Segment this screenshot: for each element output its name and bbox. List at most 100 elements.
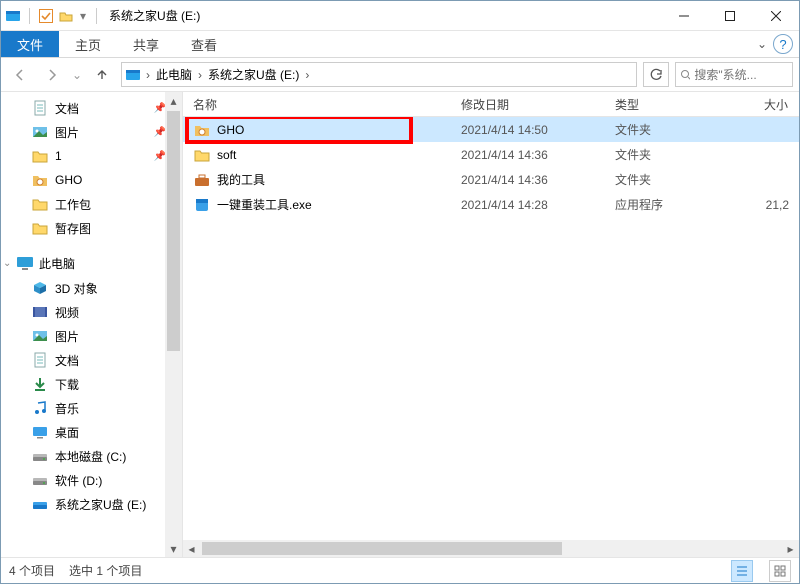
breadcrumb[interactable]: › 此电脑 › 系统之家U盘 (E:) › [121,62,637,87]
ribbon-tab-home[interactable]: 主页 [59,31,117,57]
sidebar-item[interactable]: 视频 [1,300,182,324]
sidebar-thispc[interactable]: ⌄ 此电脑 [1,250,182,276]
back-button[interactable] [7,62,33,88]
sidebar-item[interactable]: 本地磁盘 (C:) [1,444,182,468]
column-headers: 名称 修改日期 类型 大小 [183,92,799,117]
file-date: 2021/4/14 14:28 [455,198,609,212]
sidebar-item[interactable]: 工作包 [1,192,182,216]
column-type[interactable]: 类型 [609,92,735,116]
history-dropdown-icon[interactable]: ⌄ [71,68,83,82]
ghost-icon [193,121,211,139]
qat-overflow-icon[interactable]: ▾ [78,9,88,23]
sidebar-item-label: 工作包 [55,196,91,213]
close-button[interactable] [753,1,799,31]
scroll-left-icon[interactable]: ◂ [183,540,200,557]
ribbon-expand-icon[interactable]: ⌄ [751,31,773,57]
breadcrumb-item[interactable]: 系统之家U盘 (E:) [204,66,303,83]
sidebar-item-label: 1 [55,149,62,163]
sidebar-item[interactable]: 文档 [1,348,182,372]
forward-button[interactable] [39,62,65,88]
file-date: 2021/4/14 14:36 [455,148,609,162]
video-icon [31,303,49,321]
scrollbar-thumb[interactable] [167,111,180,351]
scroll-right-icon[interactable]: ▸ [782,540,799,557]
folder-qat-icon[interactable] [58,8,74,24]
sidebar-item[interactable]: GHO [1,168,182,192]
refresh-button[interactable] [643,62,669,87]
exe-icon [193,196,211,214]
up-button[interactable] [89,62,115,88]
search-input[interactable] [694,68,788,82]
help-icon[interactable]: ? [773,34,793,54]
sidebar-item-label: 视频 [55,304,79,321]
chevron-right-icon[interactable]: › [196,68,204,82]
file-type: 文件夹 [609,171,735,188]
sidebar-item[interactable]: 软件 (D:) [1,468,182,492]
titlebar-left: ▾ 系统之家U盘 (E:) [1,7,661,24]
sidebar-item[interactable]: 文档📌 [1,96,182,120]
explorer-icon [5,8,21,24]
folder-icon [31,147,49,165]
sidebar-item-label: 3D 对象 [55,280,98,297]
drive-icon [31,471,49,489]
column-date[interactable]: 修改日期 [455,92,609,116]
sidebar-item-label: GHO [55,173,82,187]
file-type: 文件夹 [609,146,735,163]
3d-icon [31,279,49,297]
sidebar-item-label: 文档 [55,100,79,117]
file-row[interactable]: 一键重装工具.exe2021/4/14 14:28应用程序21,2 [183,192,799,217]
file-name: 我的工具 [217,171,265,188]
address-bar: ⌄ › 此电脑 › 系统之家U盘 (E:) › [1,58,799,92]
view-details-button[interactable] [731,560,753,582]
column-size[interactable]: 大小 [735,92,799,116]
breadcrumb-item[interactable]: 此电脑 [152,66,196,83]
sidebar-item[interactable]: 音乐 [1,396,182,420]
file-name: 一键重装工具.exe [217,196,312,213]
folder-icon [31,219,49,237]
file-date: 2021/4/14 14:36 [455,173,609,187]
ribbon-tab-share[interactable]: 共享 [117,31,175,57]
ribbon-file-tab[interactable]: 文件 [1,31,59,57]
search-box[interactable] [675,62,793,87]
view-thumbnails-button[interactable] [769,560,791,582]
checkbox-icon[interactable] [38,8,54,24]
desktop-icon [31,423,49,441]
file-type: 文件夹 [609,121,735,138]
sidebar-item-label: 桌面 [55,424,79,441]
sidebar-item[interactable]: 桌面 [1,420,182,444]
file-row[interactable]: GHO2021/4/14 14:50文件夹 [183,117,799,142]
sidebar-item-label: 音乐 [55,400,79,417]
ribbon-tab-view[interactable]: 查看 [175,31,233,57]
horizontal-scrollbar[interactable]: ◂ ▸ [183,540,799,557]
sidebar-scrollbar[interactable]: ▴ ▾ [165,92,182,557]
navigation-pane: 文档📌图片📌1📌GHO工作包暂存图⌄此电脑3D 对象视频图片文档下载音乐桌面本地… [1,92,183,557]
column-name[interactable]: 名称 [187,92,455,116]
sidebar-item[interactable]: 下载 [1,372,182,396]
minimize-button[interactable] [661,1,707,31]
scroll-up-icon[interactable]: ▴ [165,92,182,109]
status-bar: 4 个项目 选中 1 个项目 [1,557,799,583]
music-icon [31,399,49,417]
window-controls [661,1,799,30]
caret-down-icon[interactable]: ⌄ [3,258,11,269]
sidebar-item-label: 下载 [55,376,79,393]
hscrollbar-thumb[interactable] [202,542,562,555]
usb-icon [31,495,49,513]
sidebar-item[interactable]: 暂存图 [1,216,182,240]
sidebar-item-label: 本地磁盘 (C:) [55,448,126,465]
chevron-right-icon[interactable]: › [144,68,152,82]
file-row[interactable]: soft2021/4/14 14:36文件夹 [183,142,799,167]
sidebar-item-label: 此电脑 [39,255,75,272]
sidebar-item[interactable]: 图片 [1,324,182,348]
file-row[interactable]: 我的工具 2021/4/14 14:36文件夹 [183,167,799,192]
scroll-down-icon[interactable]: ▾ [165,540,182,557]
sidebar-item[interactable]: 图片📌 [1,120,182,144]
chevron-right-icon[interactable]: › [303,68,311,82]
sidebar-item[interactable]: 3D 对象 [1,276,182,300]
sidebar-item[interactable]: 1📌 [1,144,182,168]
download-icon [31,375,49,393]
file-size: 21,2 [735,198,799,212]
maximize-button[interactable] [707,1,753,31]
sidebar-item[interactable]: 系统之家U盘 (E:) [1,492,182,516]
status-selected-count: 选中 1 个项目 [69,562,142,579]
